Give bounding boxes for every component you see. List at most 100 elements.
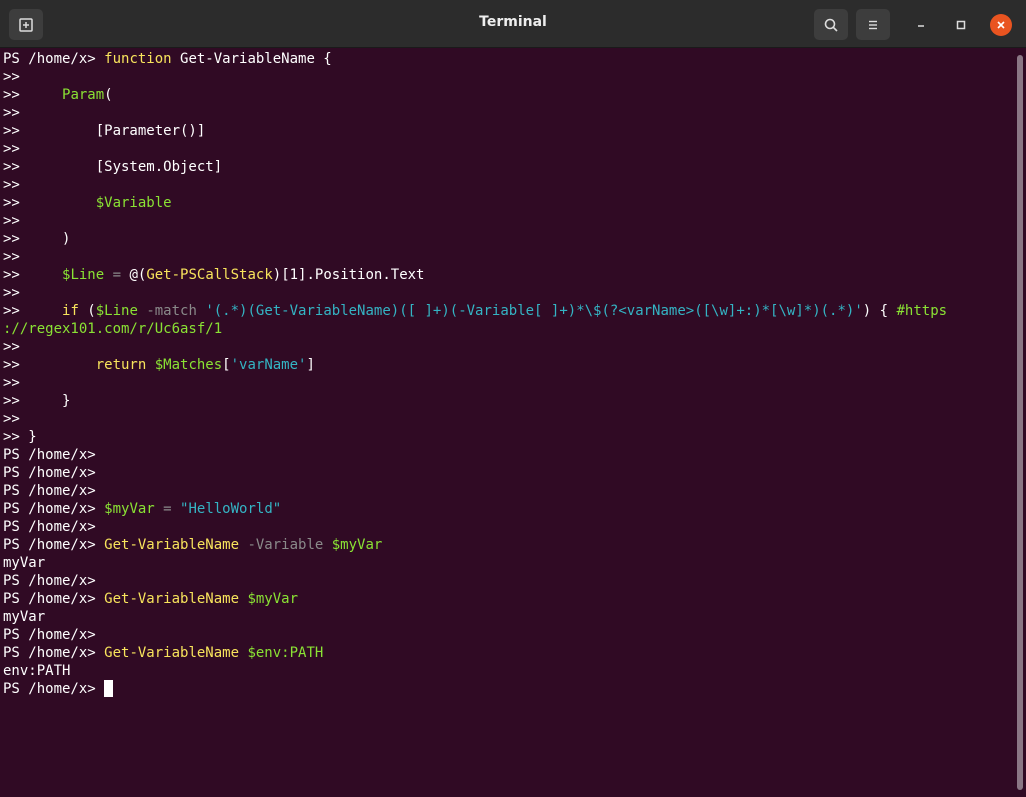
- terminal-text-segment: >>: [3, 357, 96, 373]
- terminal-text-segment: ]: [306, 357, 315, 373]
- terminal-text-segment: (: [104, 87, 113, 103]
- terminal-text-segment: >>: [3, 87, 63, 103]
- terminal-line: PS /home/x> Get-VariableName $env:PATH: [3, 644, 1014, 662]
- terminal-text-segment: >>: [3, 339, 20, 355]
- minimize-button[interactable]: [910, 14, 932, 36]
- terminal-text-segment: )[1].Position.Text: [272, 267, 425, 283]
- terminal-line: myVar: [3, 554, 1014, 572]
- terminal-line: >>: [3, 284, 1014, 302]
- terminal-line: PS /home/x>: [3, 446, 1014, 464]
- terminal-text-segment: $Line: [62, 267, 105, 283]
- terminal-text-segment: >>: [3, 411, 20, 427]
- terminal-text-segment: $env:PATH: [247, 645, 324, 661]
- terminal-line: >>: [3, 140, 1014, 158]
- terminal-text-segment: "HelloWorld": [180, 501, 282, 517]
- terminal-text-segment: '(.*)(Get-VariableName)([ ]+)(-Variable[…: [205, 303, 863, 319]
- terminal-text-segment: >> }: [3, 393, 71, 409]
- terminal-text-segment: >>: [3, 267, 63, 283]
- terminal-line: PS /home/x> $myVar = "HelloWorld": [3, 500, 1014, 518]
- terminal-text-segment: Get-VariableName: [104, 591, 240, 607]
- terminal-text-segment: $Variable: [95, 195, 172, 211]
- terminal-text-segment: $Matches: [154, 357, 223, 373]
- terminal-text-segment: -match: [137, 303, 206, 319]
- hamburger-menu-icon: [869, 20, 877, 29]
- terminal-line: ://regex101.com/r/Uc6asf/1: [3, 320, 1014, 338]
- terminal-text-segment: function: [104, 51, 172, 67]
- menu-button[interactable]: [856, 9, 890, 40]
- terminal-text-segment: Get-VariableName {: [171, 51, 332, 67]
- terminal-text-segment: $myVar: [331, 537, 383, 553]
- terminal-text-segment: @(: [129, 267, 147, 283]
- terminal-line: >>: [3, 212, 1014, 230]
- terminal-text-segment: PS /home/x>: [3, 519, 96, 535]
- terminal-text-segment: =: [104, 267, 130, 283]
- minimize-icon: [918, 25, 924, 27]
- close-button[interactable]: [990, 14, 1012, 36]
- terminal-text-segment: PS /home/x>: [3, 681, 105, 697]
- terminal-text-segment: PS /home/x>: [3, 465, 96, 481]
- terminal-text-segment: >> ): [3, 231, 71, 247]
- terminal-line: >>: [3, 104, 1014, 122]
- terminal-line: >>: [3, 68, 1014, 86]
- terminal-text-segment: Param: [62, 87, 105, 103]
- terminal-text-segment: >> [System.Object]: [3, 159, 223, 175]
- terminal-text-segment: Get-VariableName: [104, 645, 240, 661]
- terminal-text-segment: return: [95, 357, 147, 373]
- terminal-line: PS /home/x> Get-VariableName $myVar: [3, 590, 1014, 608]
- terminal-text-segment: Get-VariableName: [104, 537, 240, 553]
- search-button[interactable]: [814, 9, 848, 40]
- terminal-text-segment: >>: [3, 213, 20, 229]
- terminal-text-segment: PS /home/x>: [3, 645, 105, 661]
- terminal-text-segment: PS /home/x>: [3, 591, 105, 607]
- terminal-line: >> $Variable: [3, 194, 1014, 212]
- terminal-text-segment: ://regex101.com/r/Uc6asf/1: [3, 321, 223, 337]
- terminal-line: >>: [3, 176, 1014, 194]
- terminal-line: env:PATH: [3, 662, 1014, 680]
- terminal-line: >> [System.Object]: [3, 158, 1014, 176]
- terminal-line: >>: [3, 410, 1014, 428]
- terminal-text-segment: PS /home/x>: [3, 537, 105, 553]
- terminal-output[interactable]: PS /home/x> function Get-VariableName {>…: [0, 50, 1014, 797]
- terminal-line: PS /home/x>: [3, 482, 1014, 500]
- title-bar[interactable]: Terminal: [0, 0, 1026, 48]
- terminal-text-segment: >>: [3, 249, 20, 265]
- terminal-line: >> $Line = @(Get-PSCallStack)[1].Positio…: [3, 266, 1014, 284]
- terminal-line: >> return $Matches['varName']: [3, 356, 1014, 374]
- terminal-line: PS /home/x> function Get-VariableName {: [3, 50, 1014, 68]
- terminal-line: >> if ($Line -match '(.*)(Get-VariableNa…: [3, 302, 1014, 320]
- terminal-text-segment: $myVar: [104, 501, 155, 517]
- terminal-text-segment: PS /home/x>: [3, 573, 96, 589]
- terminal-text-segment: PS /home/x>: [3, 501, 105, 517]
- terminal-text-segment: PS /home/x>: [3, 627, 96, 643]
- terminal-text-segment: -Variable: [239, 537, 332, 553]
- terminal-text-segment: >> [Parameter()]: [3, 123, 206, 139]
- terminal-line: PS /home/x>: [3, 572, 1014, 590]
- terminal-text-segment: $myVar: [247, 591, 299, 607]
- close-icon: [997, 21, 1005, 29]
- terminal-text-segment: env:PATH: [3, 663, 71, 679]
- terminal-text-segment: #https: [896, 303, 948, 319]
- maximize-button[interactable]: [950, 14, 972, 36]
- terminal-text-segment: >>: [3, 141, 20, 157]
- terminal-text-segment: >>: [3, 375, 20, 391]
- terminal-line: >>: [3, 248, 1014, 266]
- terminal-text-segment: >>: [3, 285, 20, 301]
- terminal-text-segment: =: [154, 501, 181, 517]
- terminal-line: >> Param(: [3, 86, 1014, 104]
- terminal-text-segment: >>: [3, 105, 20, 121]
- terminal-line: >>: [3, 374, 1014, 392]
- terminal-line: >> ): [3, 230, 1014, 248]
- terminal-line: >> }: [3, 428, 1014, 446]
- terminal-text-segment: myVar: [3, 555, 46, 571]
- text-cursor: [104, 680, 114, 697]
- terminal-text-segment: PS /home/x>: [3, 51, 105, 67]
- terminal-line: >> [Parameter()]: [3, 122, 1014, 140]
- terminal-text-segment: (: [78, 303, 96, 319]
- terminal-line: >>: [3, 338, 1014, 356]
- terminal-text-segment: >>: [3, 69, 20, 85]
- terminal-text-segment: if: [62, 303, 79, 319]
- scrollbar-thumb[interactable]: [1017, 55, 1023, 790]
- terminal-text-segment: myVar: [3, 609, 46, 625]
- terminal-text-segment: $Line: [95, 303, 138, 319]
